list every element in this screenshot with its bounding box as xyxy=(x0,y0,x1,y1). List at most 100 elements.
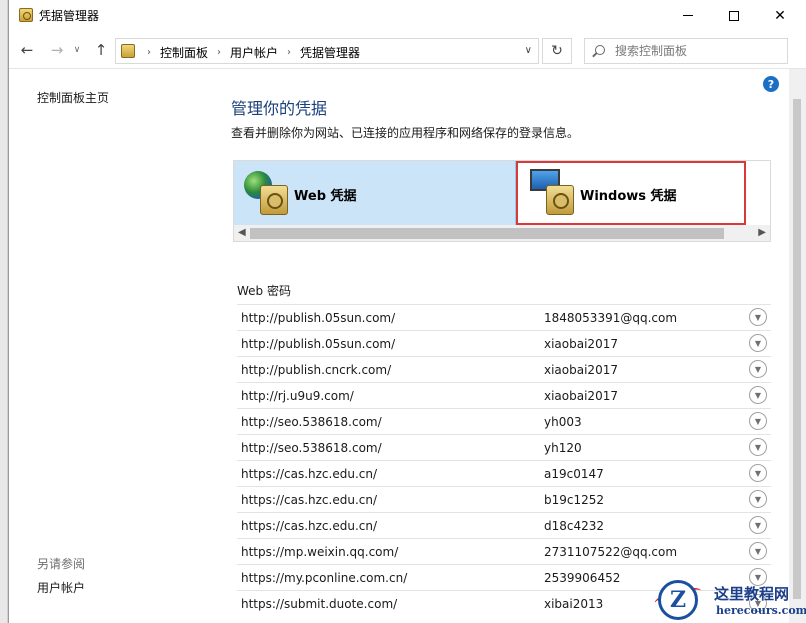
credential-url: http://publish.cncrk.com/ xyxy=(241,363,392,377)
credential-url: https://cas.hzc.edu.cn/ xyxy=(241,467,378,481)
credential-username: 2731107522@qq.com xyxy=(544,545,678,559)
breadcrumb-control-panel[interactable]: 控制面板 xyxy=(160,44,208,61)
watermark-title: 这里教程网 xyxy=(714,585,790,603)
credential-url: https://my.pconline.com.cn/ xyxy=(241,571,408,585)
expand-chevron-icon[interactable]: ▼ xyxy=(749,386,767,404)
recent-locations-button[interactable]: ∨ xyxy=(71,40,83,60)
credential-username: xiaobai2017 xyxy=(544,389,618,403)
chevron-right-icon: › xyxy=(287,47,292,58)
close-button[interactable]: ✕ xyxy=(757,0,803,31)
list-item[interactable]: http://publish.05sun.com/1848053391@qq.c… xyxy=(237,304,771,330)
credential-username: xiaobai2017 xyxy=(544,363,618,377)
refresh-button[interactable]: ↻ xyxy=(542,38,572,64)
windows-credentials-tile[interactable]: Windows 凭据 xyxy=(516,161,746,225)
credential-username: xibai2013 xyxy=(544,597,604,611)
web-passwords-list: http://publish.05sun.com/1848053391@qq.c… xyxy=(237,304,771,616)
expand-chevron-icon[interactable]: ▼ xyxy=(749,516,767,534)
expand-chevron-icon[interactable]: ▼ xyxy=(749,360,767,378)
credential-url: https://cas.hzc.edu.cn/ xyxy=(241,519,378,533)
forward-button[interactable]: → xyxy=(47,40,67,60)
expand-chevron-icon[interactable]: ▼ xyxy=(749,334,767,352)
search-box[interactable] xyxy=(584,38,788,64)
credential-url: http://rj.u9u9.com/ xyxy=(241,389,354,403)
see-also-user-accounts-link[interactable]: 用户帐户 xyxy=(37,579,85,596)
credential-url: https://cas.hzc.edu.cn/ xyxy=(241,493,378,507)
chevron-right-icon: › xyxy=(147,47,151,58)
address-bar[interactable]: › 控制面板 › 用户帐户 › 凭据管理器 ∨ xyxy=(115,38,539,64)
list-item[interactable]: http://seo.538618.com/yh120 ▼ xyxy=(237,434,771,460)
close-icon: ✕ xyxy=(774,7,786,24)
list-item[interactable]: https://cas.hzc.edu.cn/d18c4232 ▼ xyxy=(237,512,771,538)
credential-username: b19c1252 xyxy=(544,493,605,507)
arrow-up-icon: ↑ xyxy=(94,41,108,59)
expand-chevron-icon[interactable]: ▼ xyxy=(749,412,767,430)
credential-url: https://mp.weixin.qq.com/ xyxy=(241,545,399,559)
scroll-right-icon[interactable]: ▶ xyxy=(758,227,766,238)
vertical-scrollbar[interactable] xyxy=(789,69,806,623)
horizontal-scrollbar[interactable]: ◀ ▶ xyxy=(234,225,770,241)
control-panel-home-link[interactable]: 控制面板主页 xyxy=(37,89,109,106)
web-passwords-heading: Web 密码 xyxy=(237,284,291,298)
minimize-icon xyxy=(683,15,693,16)
help-button[interactable]: ? xyxy=(763,76,779,92)
credential-url: https://submit.duote.com/ xyxy=(241,597,398,611)
site-watermark: Z 这里教程网 herecours.com xyxy=(653,578,806,623)
credential-username: yh003 xyxy=(544,415,582,429)
expand-chevron-icon[interactable]: ▼ xyxy=(749,490,767,508)
credential-manager-window: 凭据管理器 ✕ ← → ∨ ↑ › 控制面板 › 用户帐户 › 凭据管理器 ∨ … xyxy=(8,0,806,623)
back-button[interactable]: ← xyxy=(17,40,37,60)
list-item[interactable]: http://rj.u9u9.com/xiaobai2017 ▼ xyxy=(237,382,771,408)
credential-type-selector: Web 凭据 Windows 凭据 ◀ ▶ xyxy=(233,160,771,242)
maximize-icon xyxy=(729,10,739,21)
expand-chevron-icon[interactable]: ▼ xyxy=(749,438,767,456)
search-input[interactable] xyxy=(615,42,783,60)
see-also-heading: 另请参阅 xyxy=(37,557,86,571)
watermark-domain: herecours.com xyxy=(716,604,806,617)
credential-manager-icon xyxy=(19,8,33,22)
credential-username: xiaobai2017 xyxy=(544,337,618,351)
arrow-right-icon: → xyxy=(50,41,64,59)
credential-username: yh120 xyxy=(544,441,582,455)
help-icon: ? xyxy=(767,77,775,91)
title-bar: 凭据管理器 ✕ xyxy=(9,0,806,31)
vault-icon xyxy=(260,185,288,215)
chevron-down-icon: ∨ xyxy=(73,45,81,55)
list-item[interactable]: http://seo.538618.com/yh003 ▼ xyxy=(237,408,771,434)
credential-url: http://publish.05sun.com/ xyxy=(241,311,396,325)
breadcrumb-user-accounts[interactable]: 用户帐户 xyxy=(230,44,278,61)
search-icon xyxy=(595,45,605,55)
scrollbar-thumb[interactable] xyxy=(793,99,801,599)
minimize-button[interactable] xyxy=(665,0,711,31)
watermark-logo-icon: Z xyxy=(658,580,698,620)
expand-chevron-icon[interactable]: ▼ xyxy=(749,542,767,560)
expand-chevron-icon[interactable]: ▼ xyxy=(749,308,767,326)
chevron-right-icon: › xyxy=(217,47,222,58)
credential-url: http://seo.538618.com/ xyxy=(241,415,382,429)
chevron-down-icon[interactable]: ∨ xyxy=(525,45,532,56)
control-panel-icon xyxy=(121,44,135,58)
web-credentials-tile[interactable]: Web 凭据 xyxy=(234,161,516,225)
breadcrumb: › 控制面板 › 用户帐户 › 凭据管理器 xyxy=(138,44,360,61)
list-item[interactable]: https://mp.weixin.qq.com/2731107522@qq.c… xyxy=(237,538,771,564)
credential-username: a19c0147 xyxy=(544,467,604,481)
scroll-left-icon[interactable]: ◀ xyxy=(238,227,246,238)
arrow-left-icon: ← xyxy=(20,41,34,59)
web-credentials-label: Web 凭据 xyxy=(294,189,357,204)
expand-chevron-icon[interactable]: ▼ xyxy=(749,464,767,482)
up-button[interactable]: ↑ xyxy=(91,40,111,60)
maximize-button[interactable] xyxy=(711,0,757,31)
windows-credentials-label: Windows 凭据 xyxy=(580,189,677,204)
credential-username: d18c4232 xyxy=(544,519,605,533)
breadcrumb-credential-manager[interactable]: 凭据管理器 xyxy=(300,44,360,61)
navigation-bar: ← → ∨ ↑ › 控制面板 › 用户帐户 › 凭据管理器 ∨ ↻ xyxy=(9,31,806,69)
list-item[interactable]: https://cas.hzc.edu.cn/a19c0147 ▼ xyxy=(237,460,771,486)
scrollbar-thumb[interactable] xyxy=(250,228,724,239)
window-title: 凭据管理器 xyxy=(39,9,100,23)
page-title: 管理你的凭据 xyxy=(231,99,328,118)
list-item[interactable]: http://publish.cncrk.com/xiaobai2017 ▼ xyxy=(237,356,771,382)
list-item[interactable]: http://publish.05sun.com/xiaobai2017 ▼ xyxy=(237,330,771,356)
vault-icon xyxy=(546,185,574,215)
list-item[interactable]: https://cas.hzc.edu.cn/b19c1252 ▼ xyxy=(237,486,771,512)
left-pane: 控制面板主页 另请参阅 用户帐户 xyxy=(9,69,209,623)
desktop-background xyxy=(0,0,8,623)
